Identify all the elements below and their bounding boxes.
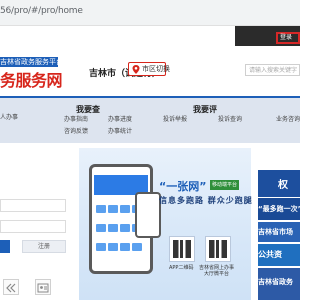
right-link-market[interactable]: 吉林省市场 (258, 222, 300, 242)
right-link-run-once[interactable]: “最多跑一次” (258, 198, 300, 220)
user-card-icon (37, 283, 49, 293)
nav-item-statistics[interactable]: 办事统计 (108, 128, 132, 136)
right-link-public-resources[interactable]: 公共资 (258, 244, 300, 266)
site-header: 吉林省政务服务平台 务服务网 吉林市（试运行） 市区切换 (0, 46, 300, 92)
banner-headline: “一张网” (159, 180, 207, 193)
search-input[interactable] (245, 64, 300, 76)
nav-item-complaint[interactable]: 投诉举报 (163, 116, 187, 124)
mobile-platform-badge: 移动端平台 (210, 180, 240, 190)
logo-title[interactable]: 务服务网 (0, 67, 63, 91)
banner-slogan: 信息多跑路 群众少跑腿 (159, 196, 253, 205)
nav-item-complaint-query[interactable]: 投诉查询 (218, 116, 242, 124)
app-qr-caption: APP二维码 (169, 265, 194, 271)
right-panel-header[interactable]: 权 (258, 170, 300, 197)
register-button[interactable]: 注册 (22, 240, 66, 253)
logo-subtitle: 吉林省政务服务平台 (0, 57, 58, 67)
browser-address-bar[interactable]: 56/pro/#/pro/home (0, 0, 300, 26)
nav-item-consult[interactable]: 业务咨询 (276, 116, 300, 124)
nav-section-title-check: 我要查 (76, 105, 100, 114)
login-button[interactable]: 登录 (276, 32, 300, 44)
nav-section-title-rate: 我要评 (193, 105, 217, 114)
app-qr-code (169, 236, 195, 262)
right-link-gov-affairs[interactable]: 吉林省政务 (258, 268, 300, 300)
username-field[interactable] (0, 199, 66, 212)
location-pin-icon (132, 65, 140, 74)
right-panel-title: 权 (278, 180, 288, 191)
nav-item-feedback[interactable]: 咨询反馈 (64, 128, 88, 136)
city-switch-label: 市区切换 (142, 65, 170, 73)
service-nav: 人办事 我要查 办事指南 办事进度 咨询反馈 办事统计 我要评 投诉举报 投诉查… (0, 96, 300, 143)
url-text[interactable]: 56/pro/#/pro/home (0, 6, 83, 16)
city-switch-button[interactable]: 市区切换 (128, 62, 170, 76)
user-card-button[interactable] (35, 279, 51, 295)
nav-item-personal[interactable]: 人办事 (0, 114, 18, 122)
wechat-qr-caption: 吉林省网上办事 大厅微平台 (199, 265, 235, 277)
prev-arrow-button[interactable] (3, 279, 19, 295)
double-chevron-left-icon (6, 283, 16, 293)
nav-item-guide[interactable]: 办事指南 (64, 116, 88, 124)
login-submit-button[interactable] (0, 240, 10, 253)
promo-banner[interactable]: “一张网” 移动端平台 信息多跑路 群众少跑腿 APP二维码 吉林省网上办事 大… (79, 148, 253, 300)
login-label: 登录 (280, 34, 293, 41)
password-field[interactable] (0, 220, 66, 233)
top-strip: 登录 (0, 26, 300, 46)
phone-illustration-small (135, 192, 161, 238)
wechat-qr-code (205, 236, 231, 262)
nav-item-progress[interactable]: 办事进度 (108, 116, 132, 124)
